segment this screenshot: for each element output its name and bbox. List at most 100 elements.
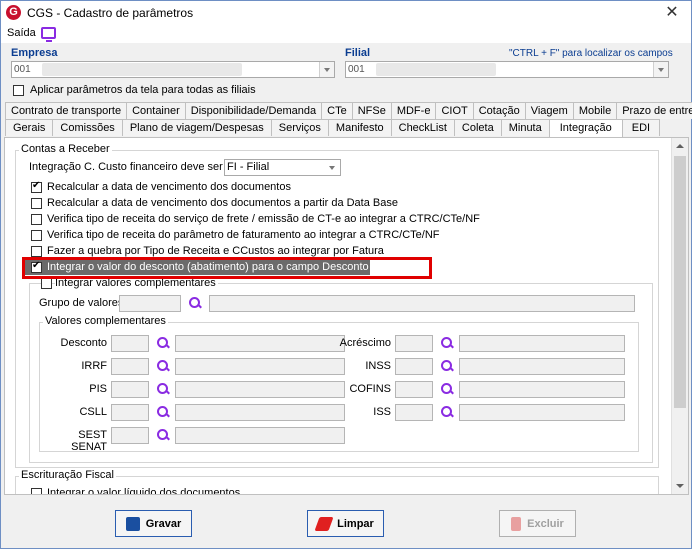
search-icon[interactable] (156, 405, 170, 419)
tab-comissoes[interactable]: Comissões (52, 119, 123, 136)
grupo-valores-label: Grupo de valores (39, 297, 124, 309)
tab-edi[interactable]: EDI (621, 119, 661, 136)
option-recalcular-database-label: Recalcular a data de vencimento dos docu… (47, 197, 398, 209)
desconto-code[interactable] (111, 335, 149, 352)
grupo-valores-code[interactable] (119, 295, 181, 312)
csll-desc[interactable] (175, 404, 345, 421)
option-verifica-faturamento-checkbox[interactable] (31, 230, 42, 241)
acrescimo-code[interactable] (395, 335, 433, 352)
irrf-desc[interactable] (175, 358, 345, 375)
tab-container[interactable]: Container (126, 102, 186, 119)
pis-code[interactable] (111, 381, 149, 398)
integracao-panel: Contas a Receber Integração C. Custo fin… (4, 137, 689, 495)
sest-senat-desc[interactable] (175, 427, 345, 444)
integrar-liquido-checkbox[interactable] (31, 488, 42, 494)
empresa-value: 001 (14, 64, 31, 75)
apply-all-checkbox[interactable] (13, 85, 24, 96)
tab-cotacao[interactable]: Cotação (472, 102, 526, 119)
integracao-cc-select[interactable]: FI - Filial (224, 159, 341, 176)
search-icon[interactable] (440, 336, 454, 350)
vertical-scrollbar[interactable] (671, 138, 688, 494)
desconto-desc[interactable] (175, 335, 345, 352)
search-hint: "CTRL + F" para localizar os campos (509, 48, 673, 59)
iss-desc[interactable] (459, 404, 625, 421)
tab-nfse[interactable]: NFSe (351, 102, 392, 119)
filial-select[interactable]: 001 (345, 61, 669, 78)
limpar-button[interactable]: Limpar (307, 510, 384, 537)
option-quebra-checkbox[interactable] (31, 246, 42, 257)
tab-minuta[interactable]: Minuta (500, 119, 550, 136)
tab-plano-viagem[interactable]: Plano de viagem/Despesas (121, 119, 272, 136)
integracao-cc-value: FI - Filial (227, 161, 270, 173)
tab-mobile[interactable]: Mobile (572, 102, 618, 119)
irrf-code[interactable] (111, 358, 149, 375)
empresa-label: Empresa (11, 47, 58, 59)
gravar-button[interactable]: Gravar (115, 510, 192, 537)
csll-code[interactable] (111, 404, 149, 421)
tab-ciot[interactable]: CIOT (435, 102, 474, 119)
tab-gerais[interactable]: Gerais (5, 119, 54, 136)
search-icon[interactable] (188, 296, 202, 310)
acrescimo-label: Acréscimo (339, 337, 391, 349)
filial-label: Filial (345, 47, 371, 59)
tab-disponibilidade[interactable]: Disponibilidade/Demanda (184, 102, 323, 119)
apply-all-label: Aplicar parâmetros da tela para todas as… (30, 84, 256, 96)
iss-code[interactable] (395, 404, 433, 421)
redacted-filial (376, 63, 496, 76)
desconto-label: Desconto (60, 337, 107, 349)
sest-senat-code[interactable] (111, 427, 149, 444)
option-verifica-frete-label: Verifica tipo de receita do serviço de f… (47, 213, 480, 225)
tab-coleta[interactable]: Coleta (453, 119, 502, 136)
inss-desc[interactable] (459, 358, 625, 375)
cofins-desc[interactable] (459, 381, 625, 398)
chevron-down-icon[interactable] (653, 62, 668, 77)
tab-cte[interactable]: CTe (321, 102, 353, 119)
csll-label: CSLL (79, 406, 107, 418)
gravar-label: Gravar (145, 517, 182, 530)
tab-contrato-transporte[interactable]: Contrato de transporte (5, 102, 128, 119)
inss-label: INSS (365, 360, 391, 372)
acrescimo-desc[interactable] (459, 335, 625, 352)
app-logo-icon: G (6, 5, 21, 20)
scroll-thumb[interactable] (674, 156, 686, 408)
tab-viagem[interactable]: Viagem (524, 102, 574, 119)
option-recalcular-database-checkbox[interactable] (31, 198, 42, 209)
monitor-icon[interactable] (41, 27, 56, 42)
excluir-button[interactable]: Excluir (499, 510, 576, 537)
option-verifica-frete-checkbox[interactable] (31, 214, 42, 225)
option-recalcular-checkbox[interactable] (31, 180, 42, 193)
search-icon[interactable] (156, 336, 170, 350)
search-icon[interactable] (156, 382, 170, 396)
tab-mdfe[interactable]: MDF-e (390, 102, 437, 119)
eraser-icon (314, 516, 334, 531)
pis-label: PIS (89, 383, 107, 395)
search-icon[interactable] (440, 382, 454, 396)
search-icon[interactable] (440, 405, 454, 419)
empresa-select[interactable]: 001 (11, 61, 335, 78)
tab-prazo-entrega[interactable]: Prazo de entrega (616, 102, 692, 119)
pis-desc[interactable] (175, 381, 345, 398)
limpar-label: Limpar (337, 517, 374, 530)
scroll-down-icon[interactable] (672, 478, 688, 494)
tab-integracao[interactable]: Integração (548, 119, 623, 137)
chevron-down-icon[interactable] (325, 160, 340, 175)
search-icon[interactable] (156, 359, 170, 373)
highlight-annotation-box (22, 257, 432, 279)
chevron-down-icon[interactable] (319, 62, 334, 77)
tabs-row-1: Contrato de transporte Container Disponi… (5, 102, 692, 119)
menu-saida[interactable]: Saída (7, 27, 36, 39)
main-window: G CGS - Cadastro de parâmetros ✕ Saída E… (0, 0, 692, 549)
integrar-valores-checkbox[interactable] (41, 278, 52, 289)
inss-code[interactable] (395, 358, 433, 375)
tab-checklist[interactable]: CheckList (390, 119, 455, 136)
close-button[interactable]: ✕ (657, 2, 687, 24)
search-icon[interactable] (156, 428, 170, 442)
tab-manifesto[interactable]: Manifesto (327, 119, 392, 136)
grupo-valores-desc[interactable] (209, 295, 635, 312)
trash-icon (511, 516, 522, 531)
option-recalcular-label: Recalcular a data de vencimento dos docu… (47, 181, 291, 193)
scroll-up-icon[interactable] (672, 138, 688, 154)
search-icon[interactable] (440, 359, 454, 373)
cofins-code[interactable] (395, 381, 433, 398)
tab-servicos[interactable]: Serviços (270, 119, 329, 136)
